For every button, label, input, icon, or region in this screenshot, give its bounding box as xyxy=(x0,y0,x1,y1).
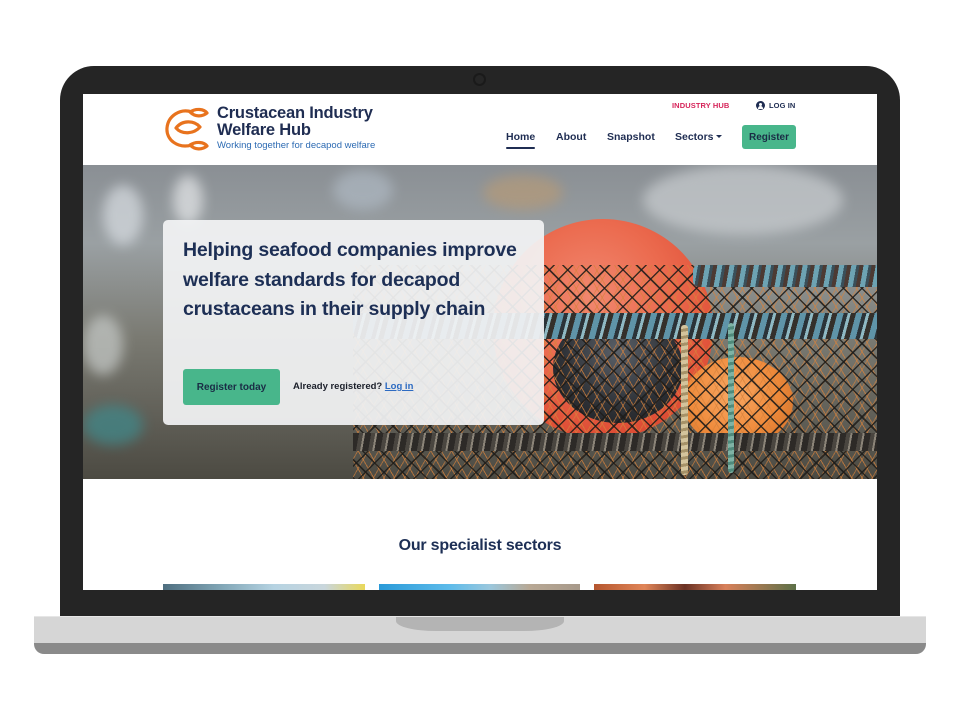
nav-home[interactable]: Home xyxy=(506,131,536,149)
already-registered-label: Already registered? xyxy=(293,381,383,392)
register-button[interactable]: Register xyxy=(742,125,796,149)
nav-sectors-label: Sectors xyxy=(675,131,714,143)
site-header: Crustacean Industry Welfare Hub Working … xyxy=(83,94,877,165)
brand[interactable]: Crustacean Industry Welfare Hub Working … xyxy=(217,104,376,152)
bokeh-teal xyxy=(83,405,143,445)
website-screen: Crustacean Industry Welfare Hub Working … xyxy=(83,94,877,590)
register-today-button[interactable]: Register today xyxy=(183,369,280,405)
nav-snapshot[interactable]: Snapshot xyxy=(607,131,655,143)
sector-card-image[interactable] xyxy=(163,584,365,590)
industry-hub-link[interactable]: INDUSTRY HUB xyxy=(672,101,729,110)
rope xyxy=(353,433,877,451)
laptop-notch xyxy=(396,617,564,631)
bokeh-light xyxy=(333,170,393,210)
bokeh-light xyxy=(103,185,143,245)
nav-about[interactable]: About xyxy=(556,131,586,143)
logo-icon[interactable] xyxy=(162,106,210,151)
brand-name-line2: Welfare Hub xyxy=(217,121,311,139)
hero-login-link[interactable]: Log in xyxy=(385,381,414,392)
laptop-base-edge xyxy=(34,643,926,654)
login-link[interactable]: LOG IN xyxy=(756,101,795,110)
brand-tagline: Working together for decapod welfare xyxy=(217,140,376,151)
sector-card-image[interactable] xyxy=(594,584,796,590)
caret-down-icon xyxy=(715,135,722,138)
hanging-rope xyxy=(681,325,688,475)
bokeh-light xyxy=(643,165,843,235)
login-label: LOG IN xyxy=(769,101,796,110)
bokeh-light xyxy=(173,175,203,225)
sectors-heading: Our specialist sectors xyxy=(398,537,562,554)
sector-card-image[interactable] xyxy=(379,584,580,590)
brand-name-line1: Crustacean Industry xyxy=(217,104,373,122)
user-circle-icon xyxy=(756,101,765,110)
hero-card: Helping seafood companies improve welfar… xyxy=(163,220,544,425)
hero-title: Helping seafood companies improve welfar… xyxy=(183,239,517,320)
nav-sectors[interactable]: Sectors xyxy=(675,131,722,143)
rope xyxy=(693,265,877,287)
bokeh-light xyxy=(83,315,123,375)
bokeh-light xyxy=(483,175,563,210)
hero-banner: Helping seafood companies improve welfar… xyxy=(83,165,877,479)
webcam xyxy=(473,73,486,86)
already-registered-text: Already registered? Log in xyxy=(293,381,413,392)
hanging-rope xyxy=(728,323,734,473)
